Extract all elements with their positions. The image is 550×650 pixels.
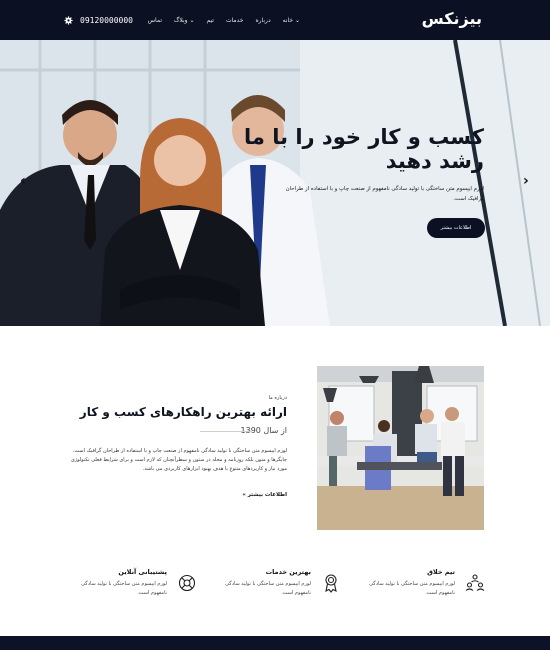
feature-best-services: بهترین خدمات لورم ایپسوم متن ساختگی با ت…	[225, 568, 341, 604]
hero-title: کسب و کار خود را با ما رشد دهید	[244, 125, 484, 173]
about-text: لورم ایپسوم متن ساختگی با تولید سادگی نا…	[70, 448, 287, 472]
nav-item-about[interactable]: درباره	[256, 17, 271, 24]
feature-desc: لورم ایپسوم متن ساختگی با تولید سادگی نا…	[369, 581, 455, 596]
main-nav: خانه ⌄ درباره خدمات تیم وبلاگ ⌄ تماس	[148, 17, 300, 24]
hero-background-image	[0, 40, 550, 326]
slider-next-arrow[interactable]: ›	[523, 173, 529, 189]
support-icon	[177, 573, 197, 593]
gear-icon[interactable]	[64, 16, 73, 28]
feature-title: تیم خلاق	[427, 568, 455, 576]
phone-number[interactable]: 09120000000	[80, 16, 133, 25]
site-logo[interactable]: بیزنکس	[422, 9, 482, 28]
slider-prev-arrow[interactable]: ‹	[20, 173, 26, 189]
hero-slider: ‹ › کسب و کار خود را با ما رشد دهید لورم…	[0, 40, 550, 326]
feature-title: پشتیبانی آنلاین	[118, 568, 167, 576]
team-icon	[465, 573, 485, 593]
feature-creative-team: تیم خلاق لورم ایپسوم متن ساختگی با تولید…	[369, 568, 485, 604]
hero-more-info-button[interactable]: اطلاعات بیشتر	[427, 218, 485, 238]
hero-text: لورم ایپسوم متن ساختگی با تولید سادگی نا…	[285, 186, 484, 202]
about-title: ارائه بهترین راهکارهای کسب و کار	[79, 405, 287, 419]
nav-item-services[interactable]: خدمات	[226, 17, 244, 24]
award-icon	[321, 573, 341, 593]
site-header: بیزنکس خانه ⌄ درباره خدمات تیم وبلاگ ⌄ ت…	[0, 0, 550, 40]
feature-online-support: پشتیبانی آنلاین لورم ایپسوم متن ساختگی ب…	[81, 568, 197, 604]
about-kicker: درباره ما	[268, 395, 287, 401]
feature-desc: لورم ایپسوم متن ساختگی با تولید سادگی نا…	[225, 581, 311, 596]
about-more-info-link[interactable]: اطلاعات بیشتر »	[242, 492, 287, 498]
nav-item-team[interactable]: تیم	[206, 17, 213, 24]
feature-desc: لورم ایپسوم متن ساختگی با تولید سادگی نا…	[81, 581, 167, 596]
feature-title: بهترین خدمات	[265, 568, 311, 576]
about-office-image	[317, 366, 484, 530]
nav-item-contact[interactable]: تماس	[148, 17, 162, 24]
nav-item-blog[interactable]: وبلاگ ⌄	[174, 17, 194, 24]
nav-item-home[interactable]: خانه ⌄	[283, 17, 300, 24]
about-divider	[200, 431, 252, 432]
footer-band	[0, 636, 550, 650]
